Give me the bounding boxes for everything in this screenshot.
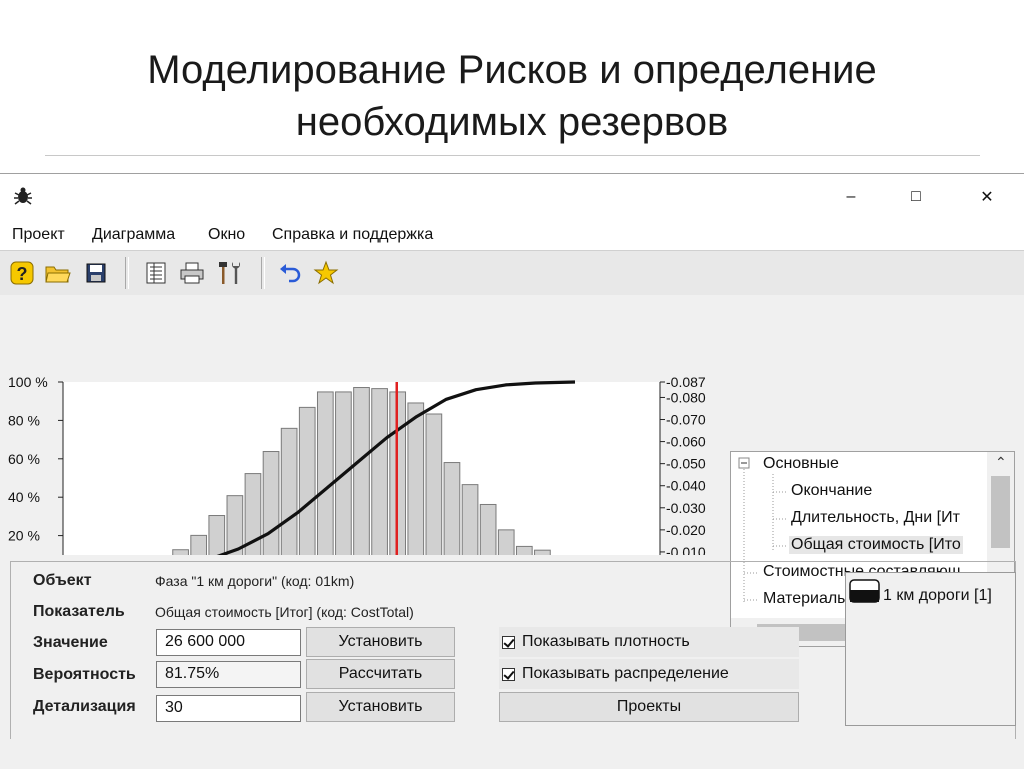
histogram-bar <box>172 549 189 555</box>
menu-diagram[interactable]: Диаграмма <box>92 226 175 244</box>
show-density-label: Показывать плотность <box>522 633 690 650</box>
title-divider <box>45 155 980 156</box>
right-axis-tick-label: -0.050 <box>666 456 706 472</box>
left-axis-tick-label: 20 % <box>8 528 40 544</box>
object-label: Объект <box>33 572 92 589</box>
detail-input[interactable]: 30 <box>156 695 301 722</box>
histogram-bar <box>425 413 443 555</box>
histogram-bar <box>479 503 497 555</box>
projects-button[interactable]: Проекты <box>499 692 799 722</box>
object-value: Фаза "1 км дороги" (код: 01km) <box>155 573 355 589</box>
probability-label: Вероятность <box>33 666 136 683</box>
histogram-bar <box>515 545 533 555</box>
tree-item-total-cost[interactable]: Общая стоимость [Ито <box>789 536 963 554</box>
set-detail-button[interactable]: Установить <box>306 692 455 722</box>
right-axis-tick-label: -0.087 <box>666 374 706 390</box>
calculate-button[interactable]: Рассчитать <box>306 659 455 689</box>
histogram-bar <box>407 402 425 555</box>
show-distribution-option[interactable]: Показывать распределение <box>499 659 799 689</box>
right-axis-tick-label: -0.080 <box>666 389 706 405</box>
histogram-bar <box>280 427 298 555</box>
save-icon[interactable] <box>82 259 110 287</box>
histogram-bar <box>208 515 226 555</box>
tree-item-duration[interactable]: Длительность, Дни [Ит <box>791 509 960 527</box>
toolbar: ? <box>0 250 1024 296</box>
close-button[interactable]: ✕ <box>964 182 1010 212</box>
histogram-bar <box>226 495 244 555</box>
minimize-button[interactable]: – <box>828 182 874 212</box>
legend-entry: 1 км дороги [1] <box>883 587 992 604</box>
right-axis-tick-label: -0.040 <box>666 478 706 494</box>
left-axis-tick-label: 40 % <box>8 489 40 505</box>
histogram-bar <box>534 549 551 555</box>
slide-title: Моделирование Рисков и определение необх… <box>0 44 1024 148</box>
histogram-bar <box>353 387 370 555</box>
document-icon[interactable] <box>142 259 170 287</box>
histogram-bar <box>443 462 461 555</box>
value-input[interactable]: 26 600 000 <box>156 629 301 656</box>
probability-field: 81.75% <box>156 661 301 688</box>
show-density-checkbox[interactable] <box>502 635 515 649</box>
histogram-bar <box>461 484 479 555</box>
star-icon[interactable] <box>312 259 340 287</box>
right-axis-tick-label: -0.020 <box>666 522 706 538</box>
histogram-bar <box>298 406 316 555</box>
scroll-up-icon[interactable]: ⌃ <box>995 454 1007 471</box>
legend-swatch-icon <box>849 579 880 603</box>
show-distribution-label: Показывать распределение <box>522 665 729 682</box>
left-axis-tick-label: 60 % <box>8 451 40 467</box>
tools-icon[interactable] <box>216 259 244 287</box>
app-bug-icon <box>14 187 32 205</box>
toolbar-separator <box>261 257 265 289</box>
histogram-bar <box>316 391 334 555</box>
right-axis-tick-label: -0.010 <box>666 544 706 555</box>
print-icon[interactable] <box>178 259 206 287</box>
tree-item-main[interactable]: Основные <box>763 455 839 473</box>
detail-label: Детализация <box>33 698 136 715</box>
toolbar-separator <box>125 257 129 289</box>
app-window: – □ ✕ Проект Диаграмма Окно Справка и по… <box>0 173 1024 769</box>
distribution-chart: 100 %80 %60 %40 %20 %0 %-0.087-0.080-0.0… <box>8 374 706 555</box>
right-axis-tick-label: -0.030 <box>666 500 706 516</box>
right-axis-tick-label: -0.070 <box>666 412 706 428</box>
undo-icon[interactable] <box>276 259 304 287</box>
right-axis-tick-label: -0.060 <box>666 434 706 450</box>
svg-text:?: ? <box>17 264 28 284</box>
show-distribution-checkbox[interactable] <box>502 667 515 681</box>
window-titlebar: – □ ✕ <box>0 174 1024 218</box>
status-strip <box>0 739 1024 769</box>
histogram-bar <box>497 529 515 555</box>
metric-label: Показатель <box>33 603 125 620</box>
left-axis-tick-label: 100 % <box>8 374 48 390</box>
menu-help-support[interactable]: Справка и поддержка <box>272 226 433 244</box>
show-density-option[interactable]: Показывать плотность <box>499 627 799 657</box>
set-value-button[interactable]: Установить <box>306 627 455 657</box>
open-folder-icon[interactable] <box>44 259 72 287</box>
histogram-bar <box>262 451 280 555</box>
menu-window[interactable]: Окно <box>208 226 245 244</box>
histogram-bar <box>190 534 208 555</box>
histogram-bar <box>371 388 388 555</box>
legend-panel: 1 км дороги [1] <box>845 572 1016 726</box>
menu-bar: Проект Диаграмма Окно Справка и поддержк… <box>0 218 1024 250</box>
help-icon[interactable]: ? <box>8 259 36 287</box>
slide-title-line-1: Моделирование Рисков и определение <box>147 48 877 92</box>
maximize-button[interactable]: □ <box>893 182 939 212</box>
menu-project[interactable]: Проект <box>12 226 65 244</box>
scroll-thumb[interactable] <box>991 476 1010 548</box>
value-label: Значение <box>33 634 108 651</box>
left-axis-tick-label: 80 % <box>8 412 40 428</box>
tree-item-finish[interactable]: Окончание <box>791 482 872 500</box>
metric-value: Общая стоимость [Итог] (код: CostTotal) <box>155 604 414 620</box>
slide-title-line-2: необходимых резервов <box>295 100 729 144</box>
